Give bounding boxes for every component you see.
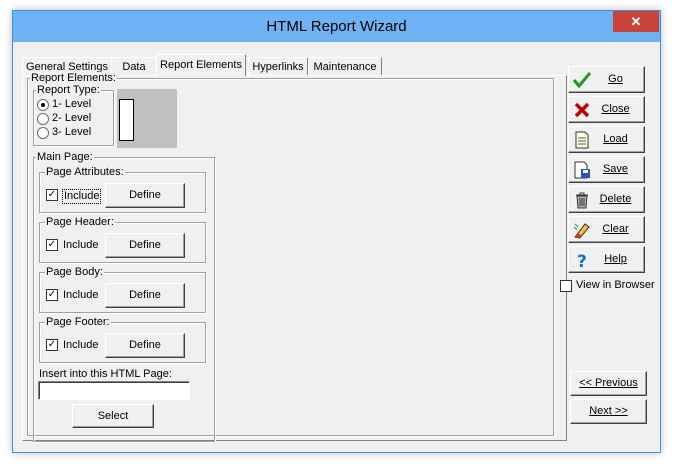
save-label: Save (602, 163, 629, 175)
tab-hyperlinks[interactable]: Hyperlinks (248, 57, 308, 76)
report-elements-label: Report Elements: (30, 72, 117, 84)
tab-data[interactable]: Data (111, 57, 157, 76)
insert-into-page-input[interactable] (38, 381, 190, 400)
delete-button[interactable]: Delete (568, 186, 645, 213)
page-footer-include-label[interactable]: Include (63, 339, 98, 352)
delete-label: Delete (599, 193, 632, 205)
page-body-include-checkbox[interactable]: ✓ (46, 289, 58, 301)
tab-maintenance[interactable]: Maintenance (308, 57, 382, 76)
page-header-define-button[interactable]: Define (105, 233, 185, 258)
page-header-include-label[interactable]: Include (63, 239, 98, 252)
main-page-label: Main Page: (36, 151, 94, 163)
load-button[interactable]: Load (568, 126, 645, 153)
preview-page-shape (119, 99, 134, 141)
radio-3-level[interactable] (37, 127, 49, 139)
insert-into-page-label: Insert into this HTML Page: (39, 368, 172, 380)
wizard-window: HTML Report Wizard ✕ General Settings Da… (12, 10, 661, 453)
go-button[interactable]: Go (568, 66, 645, 93)
radio-3-level-label[interactable]: 3- Level (52, 126, 91, 139)
page-attributes-include-checkbox[interactable]: ✓ (46, 189, 58, 201)
help-button[interactable]: ? Help (568, 246, 645, 273)
report-type-preview (117, 89, 177, 148)
go-label: Go (608, 73, 623, 85)
next-button[interactable]: Next >> (570, 399, 647, 424)
report-type-label: Report Type: (36, 84, 101, 96)
page-footer-include-checkbox[interactable]: ✓ (46, 339, 58, 351)
page-footer-label: Page Footer: (45, 316, 111, 328)
radio-1-level[interactable] (37, 99, 49, 111)
close-button[interactable]: Close (568, 96, 645, 123)
help-label: Help (604, 253, 627, 265)
page-footer-define-button[interactable]: Define (105, 333, 185, 358)
load-label: Load (603, 133, 628, 145)
previous-button[interactable]: << Previous (570, 371, 647, 396)
page-body-include-label[interactable]: Include (63, 289, 98, 302)
tab-report-elements[interactable]: Report Elements (156, 54, 246, 76)
page-attributes-include-label[interactable]: Include (62, 189, 102, 204)
title-bar[interactable]: HTML Report Wizard ✕ (13, 11, 660, 42)
page-body-define-button[interactable]: Define (105, 283, 185, 308)
radio-2-level[interactable] (37, 113, 49, 125)
page-body-label: Page Body: (45, 266, 104, 278)
close-window-button[interactable]: ✕ (613, 11, 659, 32)
page-attributes-label: Page Attributes: (45, 166, 125, 178)
clear-button[interactable]: Clear (568, 216, 645, 243)
window-title: HTML Report Wizard (266, 18, 407, 35)
select-button[interactable]: Select (72, 404, 154, 428)
radio-1-level-label[interactable]: 1- Level (52, 98, 91, 111)
view-in-browser-label[interactable]: View in Browser (576, 279, 655, 292)
save-button[interactable]: Save (568, 156, 645, 183)
page-header-include-checkbox[interactable]: ✓ (46, 239, 58, 251)
page-header-label: Page Header: (45, 216, 115, 228)
dialog-client-area: General Settings Data Report Elements Hy… (18, 42, 655, 446)
view-in-browser-checkbox[interactable] (560, 280, 572, 292)
page-attributes-define-button[interactable]: Define (105, 183, 185, 208)
radio-2-level-label[interactable]: 2- Level (52, 112, 91, 125)
close-label: Close (601, 103, 630, 115)
clear-label: Clear (602, 223, 629, 235)
